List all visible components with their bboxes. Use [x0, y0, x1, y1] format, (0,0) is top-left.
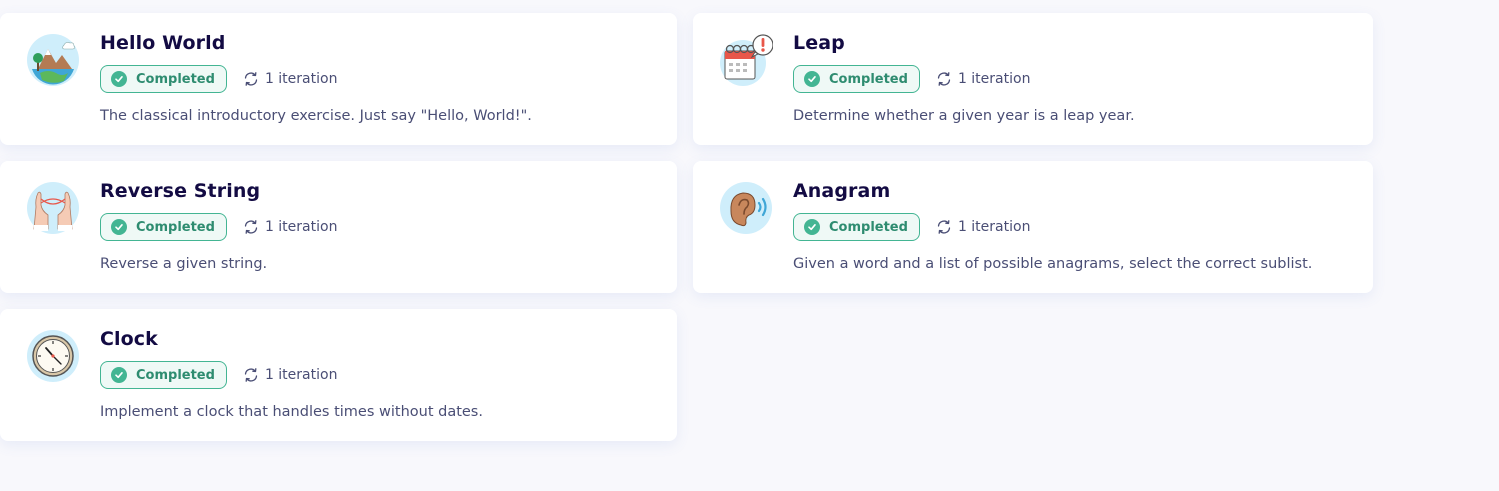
exercise-description: Given a word and a list of possible anag…	[793, 256, 1313, 272]
iteration-label: 1 iteration	[264, 71, 338, 87]
status-label: Completed	[136, 219, 215, 235]
iteration-label: 1 iteration	[264, 219, 338, 235]
iteration-count: 1 iteration	[243, 367, 338, 383]
check-icon	[111, 219, 127, 235]
iteration-count: 1 iteration	[243, 219, 338, 235]
status-label: Completed	[136, 71, 215, 87]
exercise-title: Leap	[793, 32, 845, 54]
status-badge: Completed	[793, 213, 920, 241]
check-icon	[111, 367, 127, 383]
exercise-title: Anagram	[793, 180, 891, 202]
exercise-card-reverse-string[interactable]: Reverse String Completed 1 iteration Rev…	[0, 161, 677, 293]
status-label: Completed	[136, 367, 215, 383]
check-icon	[804, 219, 820, 235]
check-icon	[804, 71, 820, 87]
iteration-count: 1 iteration	[936, 71, 1031, 87]
status-badge: Completed	[100, 213, 227, 241]
iteration-label: 1 iteration	[264, 367, 338, 383]
exercise-description: The classical introductory exercise. Jus…	[100, 108, 532, 124]
exercise-description: Determine whether a given year is a leap…	[793, 108, 1135, 124]
exercise-title: Reverse String	[100, 180, 261, 202]
iterations-icon	[937, 72, 951, 86]
reverse-string-icon	[26, 181, 80, 235]
anagram-ear-icon	[719, 181, 773, 235]
exercise-description: Implement a clock that handles times wit…	[100, 404, 483, 420]
exercise-card-clock[interactable]: Clock Completed 1 iteration Implement a …	[0, 309, 677, 441]
status-label: Completed	[829, 219, 908, 235]
exercise-meta: Completed 1 iteration	[100, 213, 337, 241]
iteration-count: 1 iteration	[936, 219, 1031, 235]
exercise-meta: Completed 1 iteration	[100, 361, 337, 389]
check-icon	[111, 71, 127, 87]
hello-world-icon	[26, 33, 80, 87]
status-badge: Completed	[793, 65, 920, 93]
status-badge: Completed	[100, 65, 227, 93]
iterations-icon	[937, 220, 951, 234]
exercise-description: Reverse a given string.	[100, 256, 268, 272]
exercise-card-anagram[interactable]: Anagram Completed 1 iteration Given a wo…	[693, 161, 1373, 293]
clock-icon	[26, 329, 80, 383]
leap-calendar-icon	[719, 33, 773, 87]
status-label: Completed	[829, 71, 908, 87]
exercise-card-hello-world[interactable]: Hello World Completed 1 iteration The cl…	[0, 13, 677, 145]
exercise-title: Hello World	[100, 32, 226, 54]
status-badge: Completed	[100, 361, 227, 389]
exercise-meta: Completed 1 iteration	[793, 65, 1030, 93]
exercise-title: Clock	[100, 328, 158, 350]
iterations-icon	[244, 368, 258, 382]
exercise-card-leap[interactable]: Leap Completed 1 iteration Determine whe…	[693, 13, 1373, 145]
iteration-count: 1 iteration	[243, 71, 338, 87]
exercise-meta: Completed 1 iteration	[793, 213, 1030, 241]
exercise-meta: Completed 1 iteration	[100, 65, 337, 93]
iterations-icon	[244, 72, 258, 86]
iterations-icon	[244, 220, 258, 234]
iteration-label: 1 iteration	[957, 219, 1031, 235]
iteration-label: 1 iteration	[957, 71, 1031, 87]
